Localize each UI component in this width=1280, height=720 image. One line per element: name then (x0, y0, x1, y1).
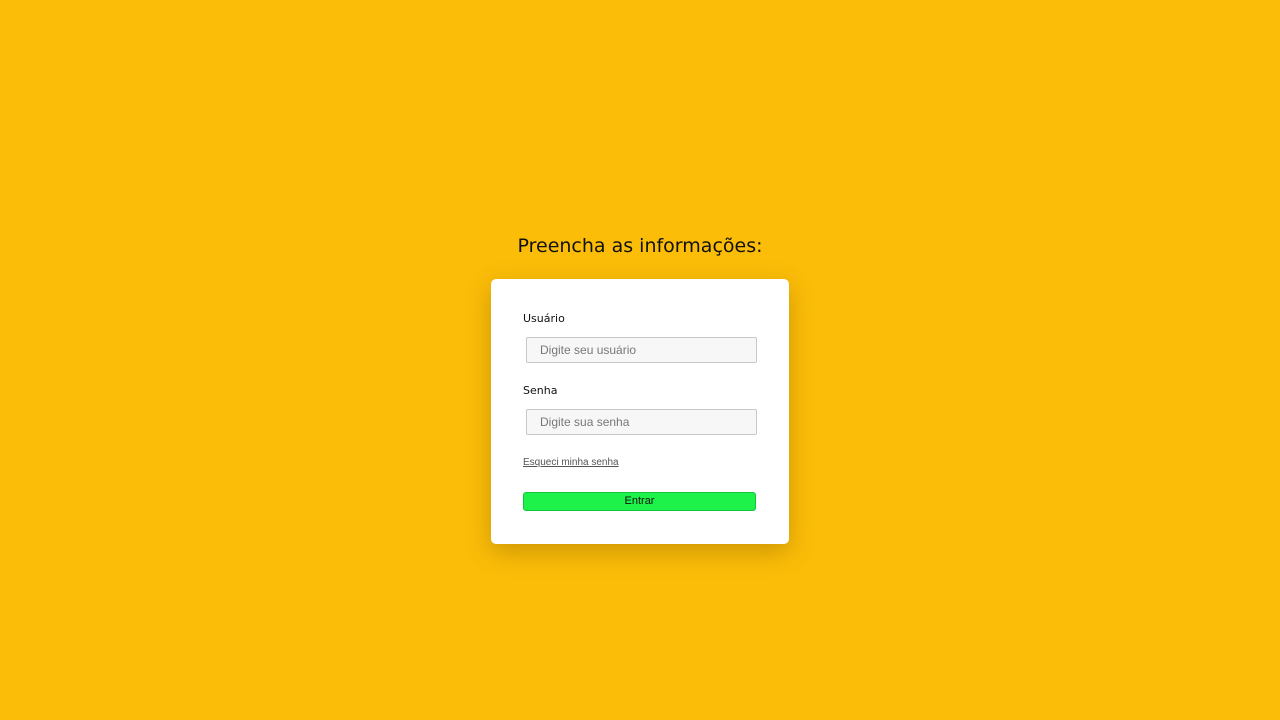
username-input[interactable] (526, 337, 757, 363)
forgot-password-link[interactable]: Esqueci minha senha (523, 456, 619, 469)
login-page: { "page": { "heading": "Preencha as info… (0, 0, 1280, 720)
username-label: Usuário (523, 312, 565, 325)
password-label: Senha (523, 384, 558, 397)
page-heading: Preencha as informações: (517, 235, 763, 257)
password-input[interactable] (526, 409, 757, 435)
login-card: Usuário Senha Esqueci minha senha Entrar (491, 279, 789, 544)
login-button[interactable]: Entrar (523, 492, 756, 511)
